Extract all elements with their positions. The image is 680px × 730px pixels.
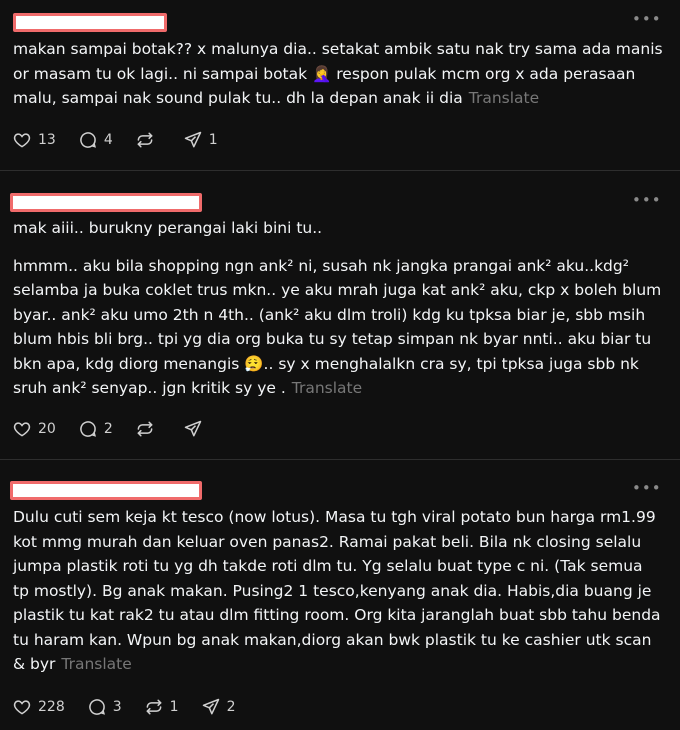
share-button[interactable]: 2	[201, 697, 236, 717]
comment-2: ••• mak aiii.. burukny perangai laki bin…	[0, 171, 680, 459]
share-icon	[184, 420, 201, 437]
repost-button[interactable]: 1	[144, 697, 179, 717]
more-options-icon[interactable]: •••	[632, 10, 662, 28]
comment-icon	[80, 132, 96, 148]
action-bar: 13 4 1	[12, 130, 240, 150]
reply-count: 4	[103, 132, 113, 148]
share-icon	[202, 698, 219, 715]
share-icon	[184, 131, 201, 148]
comment-icon	[88, 699, 105, 715]
like-button[interactable]: 20	[12, 419, 56, 439]
repost-icon	[146, 699, 162, 715]
heart-icon	[13, 422, 31, 437]
reply-button[interactable]: 3	[87, 697, 122, 717]
translate-link[interactable]: Translate	[292, 379, 362, 397]
more-options-icon[interactable]: •••	[632, 479, 662, 497]
share-button[interactable]: 1	[183, 130, 218, 150]
translate-link[interactable]: Translate	[469, 89, 539, 107]
reply-count: 3	[112, 699, 122, 715]
reply-count: 2	[103, 421, 113, 437]
comment-text: Dulu cuti sem keja kt tesco (now lotus).…	[13, 505, 663, 677]
redacted-username	[13, 13, 167, 32]
repost-button[interactable]	[135, 419, 161, 439]
like-button[interactable]: 228	[12, 697, 65, 717]
heart-icon	[13, 133, 31, 148]
comment-paragraph: makan sampai botak?? x malunya dia.. set…	[13, 40, 663, 107]
comment-icon	[80, 421, 96, 437]
reply-button[interactable]: 2	[78, 419, 113, 439]
repost-count: 1	[169, 699, 179, 715]
repost-icon	[137, 421, 153, 437]
more-options-icon[interactable]: •••	[632, 191, 662, 209]
comment-text: makan sampai botak?? x malunya dia.. set…	[13, 37, 663, 111]
like-count: 228	[38, 699, 65, 715]
comment-paragraph: mak aiii.. burukny perangai laki bini tu…	[13, 219, 323, 237]
share-button[interactable]	[183, 419, 209, 439]
comment-text: mak aiii.. burukny perangai laki bini tu…	[13, 216, 663, 401]
comment-paragraph: Dulu cuti sem keja kt tesco (now lotus).…	[13, 508, 661, 673]
redacted-username	[10, 193, 202, 212]
redacted-username	[10, 481, 202, 500]
share-count: 1	[208, 132, 218, 148]
like-count: 20	[38, 421, 56, 437]
repost-button[interactable]	[135, 130, 161, 150]
repost-icon	[137, 132, 153, 148]
action-bar: 228 3 1 2	[12, 697, 258, 717]
translate-link[interactable]: Translate	[61, 655, 131, 673]
comment-paragraph: hmmm.. aku bila shopping ngn ank² ni, su…	[13, 256, 662, 398]
share-count: 2	[226, 699, 236, 715]
reply-button[interactable]: 4	[78, 130, 113, 150]
like-count: 13	[38, 132, 56, 148]
like-button[interactable]: 13	[12, 130, 56, 150]
comment-1: ••• makan sampai botak?? x malunya dia..…	[0, 0, 680, 170]
heart-icon	[13, 700, 31, 715]
comment-3: ••• Dulu cuti sem keja kt tesco (now lot…	[0, 460, 680, 730]
action-bar: 20 2	[12, 419, 231, 439]
